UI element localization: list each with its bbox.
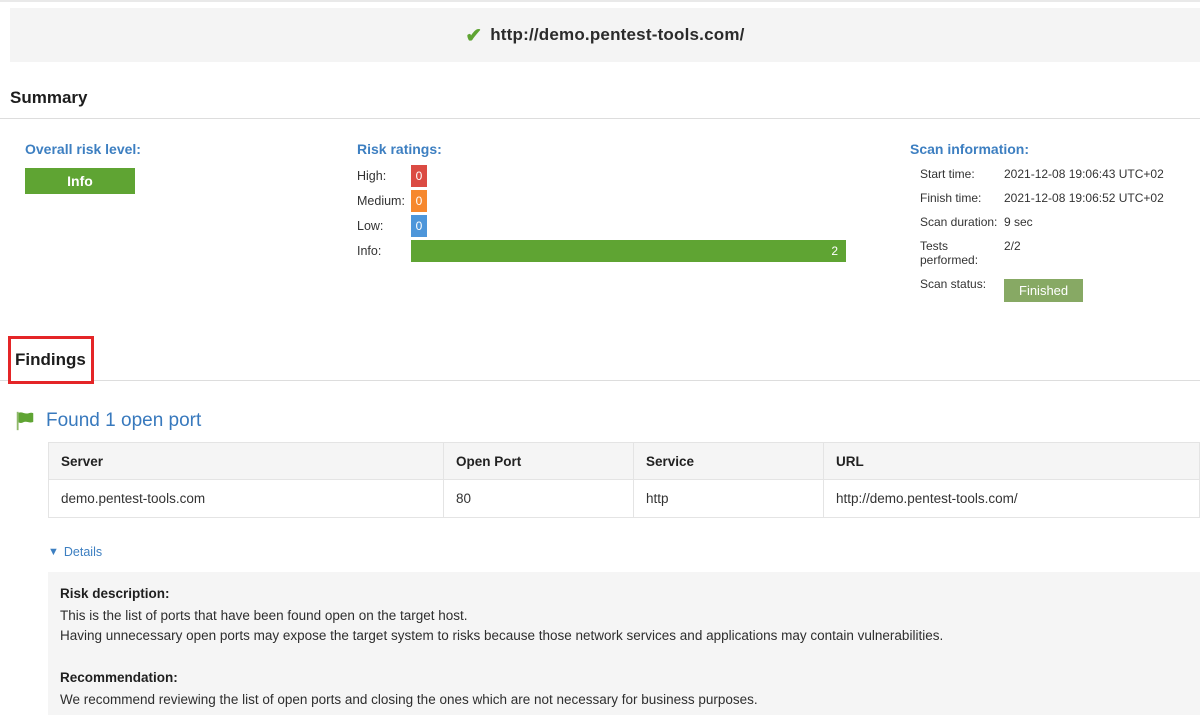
scan-row-status: Scan status: Finished [910,277,1200,302]
findings-header: Findings [0,336,1200,384]
rating-bar-low: 0 [411,215,427,237]
page-top-divider [0,0,1200,2]
scan-row-finish-time: Finish time: 2021-12-08 19:06:52 UTC+02 [910,191,1200,205]
recommendation-line: We recommend reviewing the list of open … [60,690,1186,710]
findings-title: Findings [15,350,86,370]
rating-bar-info: 2 [411,240,846,262]
rating-bar-high: 0 [411,165,427,187]
open-ports-table: Server Open Port Service URL demo.pentes… [48,442,1200,518]
summary-title: Summary [10,88,1200,108]
risk-description-line: Having unnecessary open ports may expose… [60,626,1186,646]
rating-label: Low: [357,219,411,233]
summary-panel: Overall risk level: Info Risk ratings: H… [0,141,1200,312]
scan-key: Finish time: [920,191,1004,205]
flag-icon [14,410,36,432]
scan-key: Start time: [920,167,1004,181]
target-url: http://demo.pentest-tools.com/ [490,25,744,45]
scan-key: Tests performed: [920,239,1004,267]
scan-row-start-time: Start time: 2021-12-08 19:06:43 UTC+02 [910,167,1200,181]
table-row: demo.pentest-tools.com 80 http http://de… [49,480,1200,518]
rating-row-high: High: 0 [357,165,846,187]
recommendation-section: Recommendation: We recommend reviewing t… [60,668,1186,710]
scan-value: 9 sec [1004,215,1033,229]
target-header-bar: ✔ http://demo.pentest-tools.com/ [10,8,1200,62]
cell-service: http [634,480,824,518]
risk-ratings-column: Risk ratings: High: 0 Medium: 0 Low: 0 I… [357,141,846,312]
scan-key: Scan status: [920,277,1004,302]
scan-value: 2/2 [1004,239,1021,267]
column-header-service: Service [634,443,824,480]
check-icon: ✔ [465,23,482,48]
scan-key: Scan duration: [920,215,1004,229]
finding-title[interactable]: Found 1 open port [46,410,201,432]
findings-annotation-box: Findings [8,336,94,384]
scan-value: 2021-12-08 19:06:52 UTC+02 [1004,191,1164,205]
column-header-url: URL [824,443,1200,480]
rating-label: Info: [357,244,411,258]
cell-url: http://demo.pentest-tools.com/ [824,480,1200,518]
finding-details-block: Risk description: This is the list of po… [48,572,1200,715]
risk-description-section: Risk description: This is the list of po… [60,584,1186,646]
scan-information-column: Scan information: Start time: 2021-12-08… [910,141,1200,312]
rating-row-low: Low: 0 [357,215,846,237]
rating-bar-medium: 0 [411,190,427,212]
column-header-open-port: Open Port [444,443,634,480]
scan-information-label: Scan information: [910,141,1200,157]
details-toggle[interactable]: ▼ Details [48,545,102,559]
details-toggle-label: Details [64,545,102,559]
overall-risk-badge: Info [25,168,135,194]
scan-status-badge: Finished [1004,279,1083,302]
recommendation-heading: Recommendation: [60,668,1186,688]
rating-label: Medium: [357,194,411,208]
cell-server: demo.pentest-tools.com [49,480,444,518]
findings-divider [0,380,1200,381]
risk-description-line: This is the list of ports that have been… [60,606,1186,626]
rating-row-medium: Medium: 0 [357,190,846,212]
risk-ratings-rows: High: 0 Medium: 0 Low: 0 Info: 2 [357,165,846,262]
overall-risk-column: Overall risk level: Info [0,141,357,312]
risk-ratings-label: Risk ratings: [357,141,846,157]
scan-value: 2021-12-08 19:06:43 UTC+02 [1004,167,1164,181]
summary-divider [0,118,1200,119]
rating-row-info: Info: 2 [357,240,846,262]
scan-row-tests-performed: Tests performed: 2/2 [910,239,1200,267]
table-header-row: Server Open Port Service URL [49,443,1200,480]
chevron-down-icon: ▼ [48,547,59,558]
cell-open-port: 80 [444,480,634,518]
scan-information-rows: Start time: 2021-12-08 19:06:43 UTC+02 F… [910,167,1200,302]
risk-description-heading: Risk description: [60,584,1186,604]
finding-head: Found 1 open port [14,410,1200,432]
column-header-server: Server [49,443,444,480]
scan-row-duration: Scan duration: 9 sec [910,215,1200,229]
overall-risk-label: Overall risk level: [25,141,357,157]
rating-label: High: [357,169,411,183]
